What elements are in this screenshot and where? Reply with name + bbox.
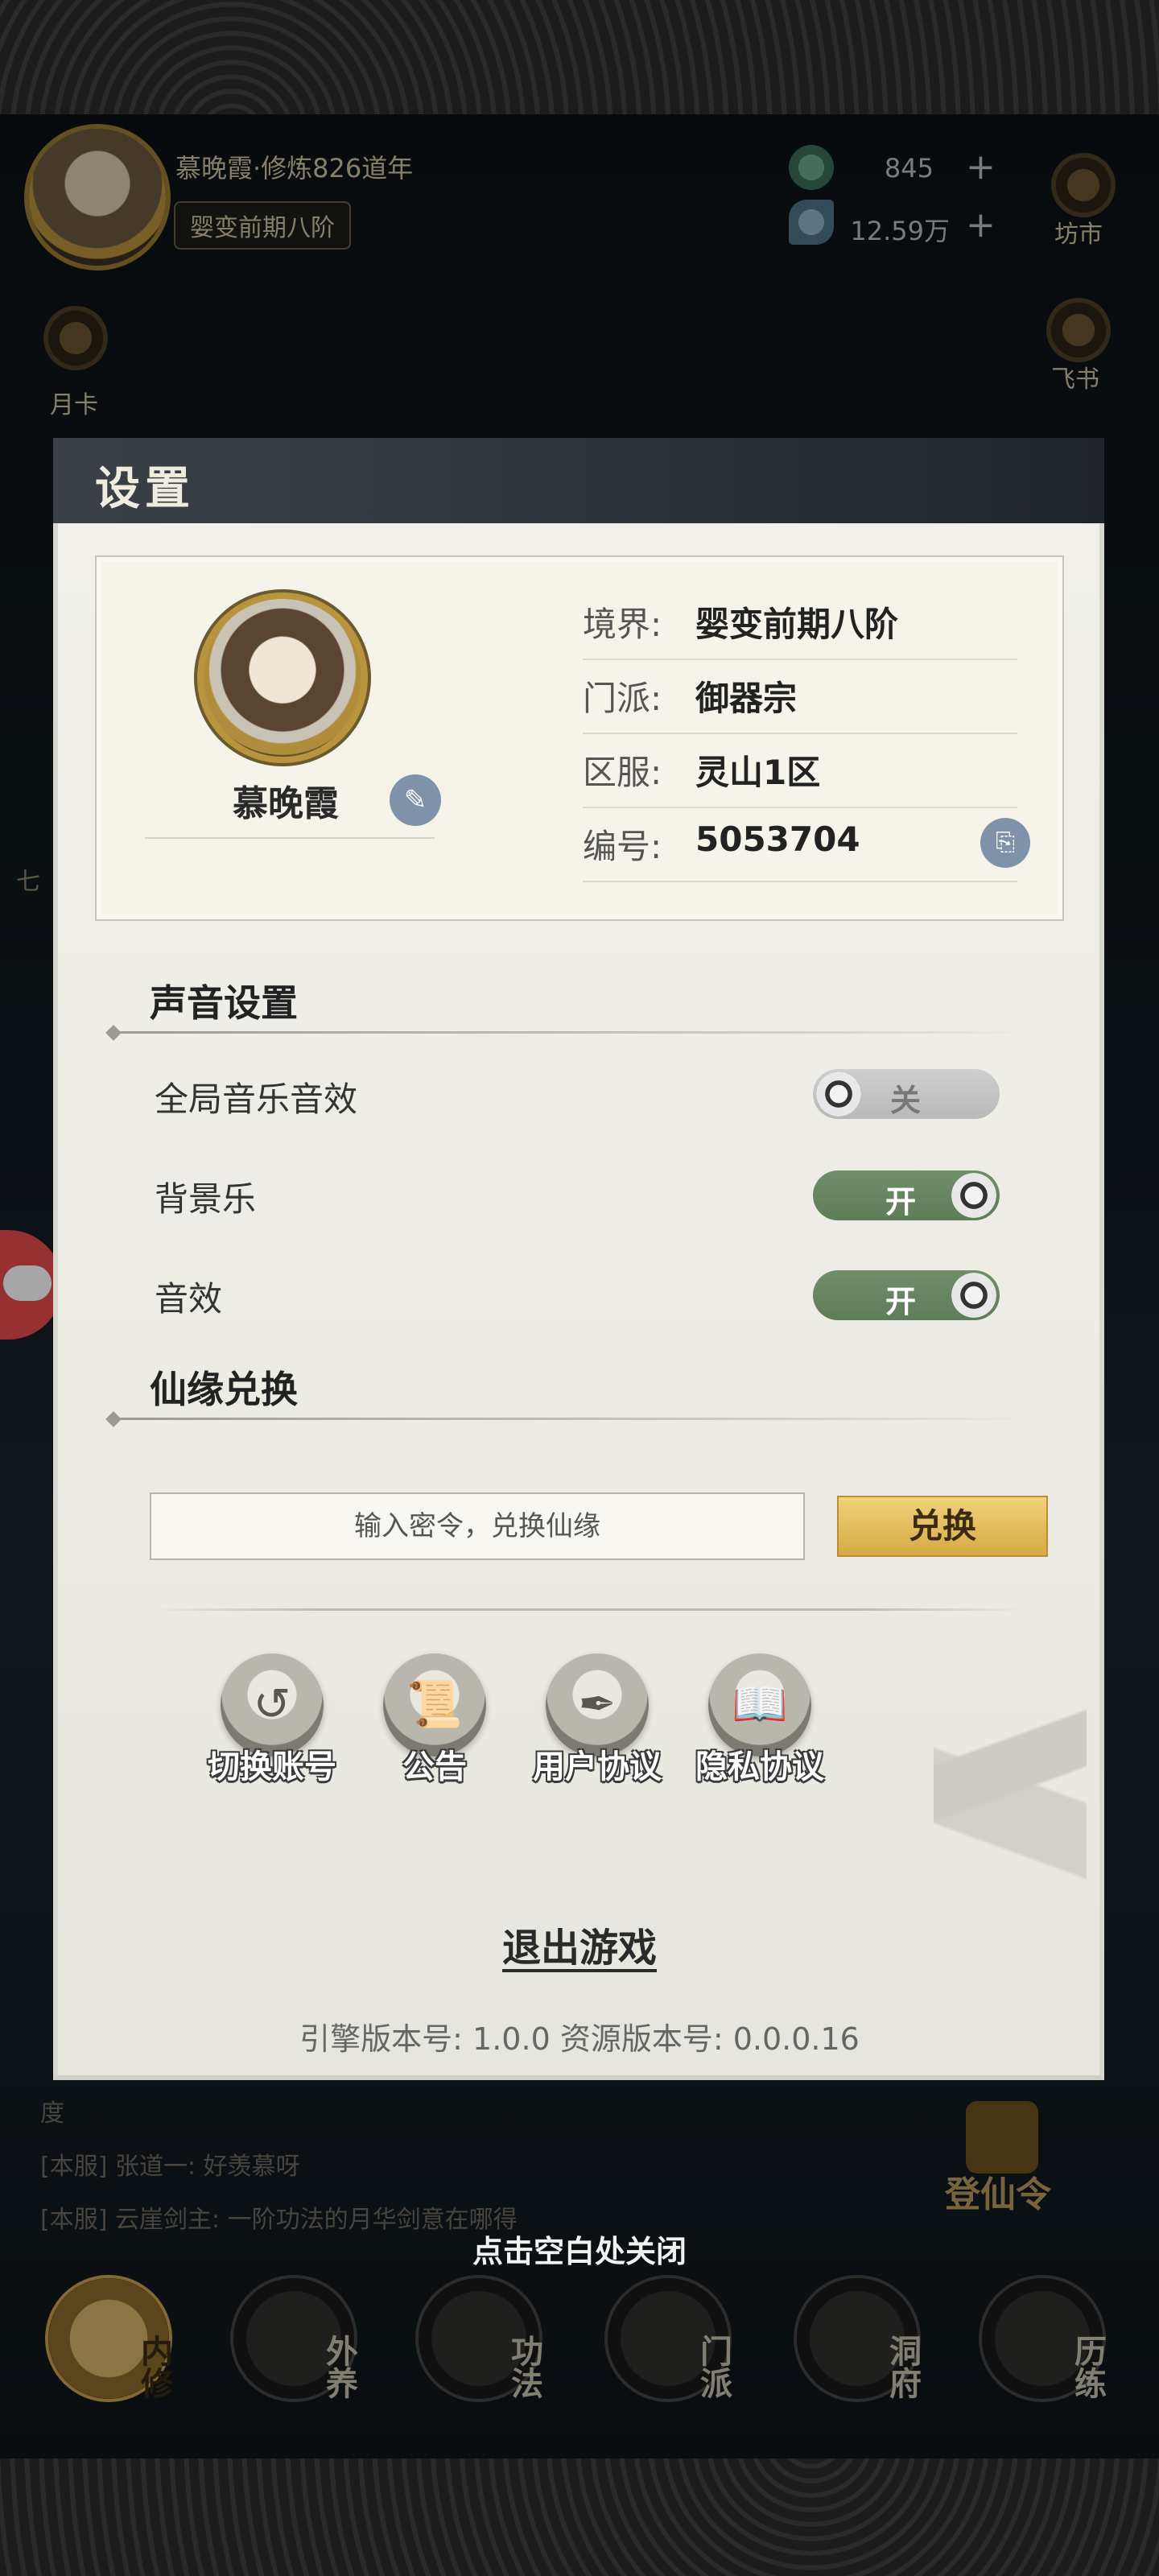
copy-icon: ⎘ [996, 828, 1015, 857]
section-divider [113, 1031, 1030, 1034]
divider [150, 1608, 1027, 1611]
info-key: 门派: [583, 679, 662, 718]
bottom-decor-band [0, 2458, 1159, 2576]
version-info: 引擎版本号: 1.0.0 资源版本号: 0.0.0.16 [299, 2021, 860, 2057]
global-audio-toggle[interactable]: 关 [813, 1069, 1000, 1119]
sfx-toggle[interactable]: 开 [813, 1270, 1000, 1320]
toggle-state: 开 [885, 1184, 917, 1220]
info-value: 灵山1区 [695, 753, 821, 792]
taiji-knob-icon [951, 1173, 996, 1218]
redeem-title: 仙缘兑换 [150, 1368, 298, 1411]
profile-name: 慕晚霞 [233, 783, 339, 824]
info-value: 5053704 [695, 819, 860, 859]
rename-button[interactable]: ✎ [390, 774, 441, 826]
info-value: 婴变前期八阶 [695, 605, 899, 644]
redeem-button[interactable]: 兑换 [837, 1496, 1048, 1557]
taiji-knob-icon [951, 1273, 996, 1318]
info-row-sect: 门派: 御器宗 [583, 658, 1017, 734]
info-key: 境界: [583, 605, 662, 644]
info-value: 御器宗 [695, 679, 798, 718]
settings-title: 设置 [95, 463, 195, 515]
settings-header: 设置 [53, 438, 1104, 526]
toggle-state: 开 [885, 1284, 917, 1319]
redeem-code-input[interactable]: 输入密令，兑换仙缘 [150, 1492, 805, 1560]
action-label: 隐私协议 [695, 1748, 824, 1785]
taiji-knob-icon [816, 1071, 861, 1117]
close-hint: 点击空白处关闭 [472, 2234, 687, 2269]
switch-account-button[interactable]: ↺ 切换账号 [192, 1653, 336, 1790]
name-underline [145, 837, 435, 839]
info-row-server: 区服: 灵山1区 [583, 733, 1017, 808]
info-key: 区服: [583, 753, 662, 792]
sound-settings-title: 声音设置 [150, 981, 298, 1025]
user-agreement-button[interactable]: ✒ 用户协议 [517, 1653, 662, 1790]
toggle-state: 关 [890, 1083, 922, 1118]
copy-id-button[interactable]: ⎘ [980, 818, 1030, 868]
info-key: 编号: [583, 827, 662, 866]
bgm-toggle[interactable]: 开 [813, 1170, 1000, 1220]
section-divider [113, 1418, 1030, 1420]
quit-game-button[interactable]: 退出游戏 [0, 1916, 1159, 1972]
global-audio-label: 全局音乐音效 [155, 1080, 358, 1119]
sfx-label: 音效 [155, 1279, 223, 1319]
announcement-button[interactable]: 📜 公告 [354, 1653, 499, 1790]
info-row-id: 编号: 5053704 [583, 807, 1017, 882]
bgm-label: 背景乐 [155, 1179, 257, 1219]
info-row-realm: 境界: 婴变前期八阶 [583, 584, 1017, 660]
privacy-agreement-button[interactable]: 📖 隐私协议 [679, 1653, 824, 1790]
profile-avatar [204, 599, 361, 757]
top-decor-band [0, 0, 1159, 114]
edit-icon: ✎ [403, 784, 427, 816]
